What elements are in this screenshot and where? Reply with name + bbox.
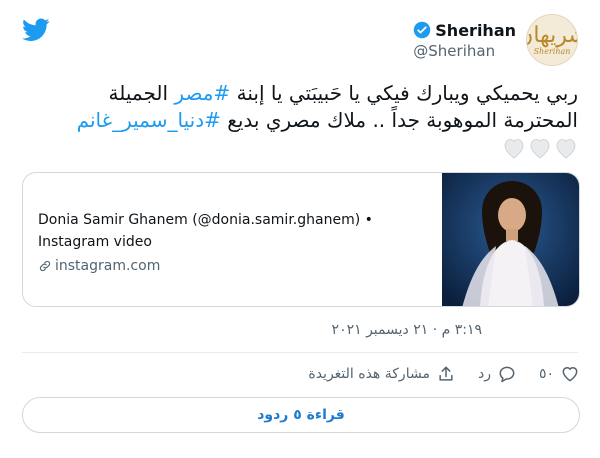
card-text: Donia Samir Ghanem (@donia.samir.ghanem)… xyxy=(23,173,442,306)
card-domain: instagram.com xyxy=(55,258,161,274)
link-preview-card[interactable]: Donia Samir Ghanem (@donia.samir.ghanem)… xyxy=(22,172,580,307)
reply-bubble-icon xyxy=(499,366,515,383)
avatar-logo-subtext: Sherihan xyxy=(533,46,571,56)
tweet-actions: ٥٠ رد مشاركة هذه التغريدة xyxy=(286,364,580,384)
tweet-text-segment: الجميلة xyxy=(108,81,175,105)
tweet-author[interactable]: Sherihan @Sherihan شريهان Sherihan xyxy=(413,14,578,66)
tweet-text-segment: ربي يحميكي ويبارك فيكي يا حَبيبَتي يا إب… xyxy=(230,81,578,105)
heart-outline-icon xyxy=(562,367,578,382)
tweet-text-segment: المحترمة الموهوبة جداً .. ملاك مصري بديع xyxy=(220,108,578,132)
divider xyxy=(22,352,578,353)
verified-badge-icon xyxy=(414,21,431,39)
reply-label: رد xyxy=(477,366,491,382)
like-button[interactable]: ٥٠ xyxy=(539,364,580,384)
reply-button[interactable]: رد xyxy=(478,364,517,384)
share-label: مشاركة هذه التغريدة xyxy=(308,366,430,382)
author-handle[interactable]: @Sherihan xyxy=(413,42,516,60)
avatar-logo-text: شريهان xyxy=(527,22,577,48)
like-count: ٥٠ xyxy=(538,366,554,382)
tweet-timestamp[interactable]: ٣:١٩ م · ٢١ ديسمبر ٢٠٢١ xyxy=(332,322,482,338)
author-name-row: Sherihan xyxy=(413,21,516,40)
hashtag-link[interactable]: #دنيا_سمير_غانم xyxy=(77,108,221,132)
tweet-line-1: ربي يحميكي ويبارك فيكي يا حَبيبَتي يا إب… xyxy=(18,80,578,107)
white-heart-emoji-icon xyxy=(530,139,550,159)
author-text: Sherihan @Sherihan xyxy=(413,21,516,60)
tweet-line-2: المحترمة الموهوبة جداً .. ملاك مصري بديع… xyxy=(18,107,578,134)
heart-emojis xyxy=(502,137,578,159)
white-heart-emoji-icon xyxy=(556,139,576,159)
card-title: Donia Samir Ghanem (@donia.samir.ghanem)… xyxy=(38,212,373,228)
hashtag-link[interactable]: #مصر xyxy=(174,81,230,105)
avatar[interactable]: شريهان Sherihan xyxy=(526,14,578,66)
card-thumbnail-image xyxy=(442,173,579,306)
author-name[interactable]: Sherihan xyxy=(435,21,516,40)
card-subtitle: Instagram video xyxy=(38,234,152,250)
card-domain-row: instagram.com xyxy=(38,255,442,277)
white-heart-emoji-icon xyxy=(504,139,524,159)
link-icon xyxy=(39,260,51,272)
woman-in-white-dress-photo xyxy=(442,173,579,306)
read-replies-button[interactable]: قراءة ٥ ردود xyxy=(22,397,580,433)
share-button[interactable]: مشاركة هذه التغريدة xyxy=(308,364,456,384)
tweet-text: ربي يحميكي ويبارك فيكي يا حَبيبَتي يا إب… xyxy=(18,80,578,134)
share-icon xyxy=(439,366,453,381)
twitter-logo-icon[interactable] xyxy=(22,18,50,42)
